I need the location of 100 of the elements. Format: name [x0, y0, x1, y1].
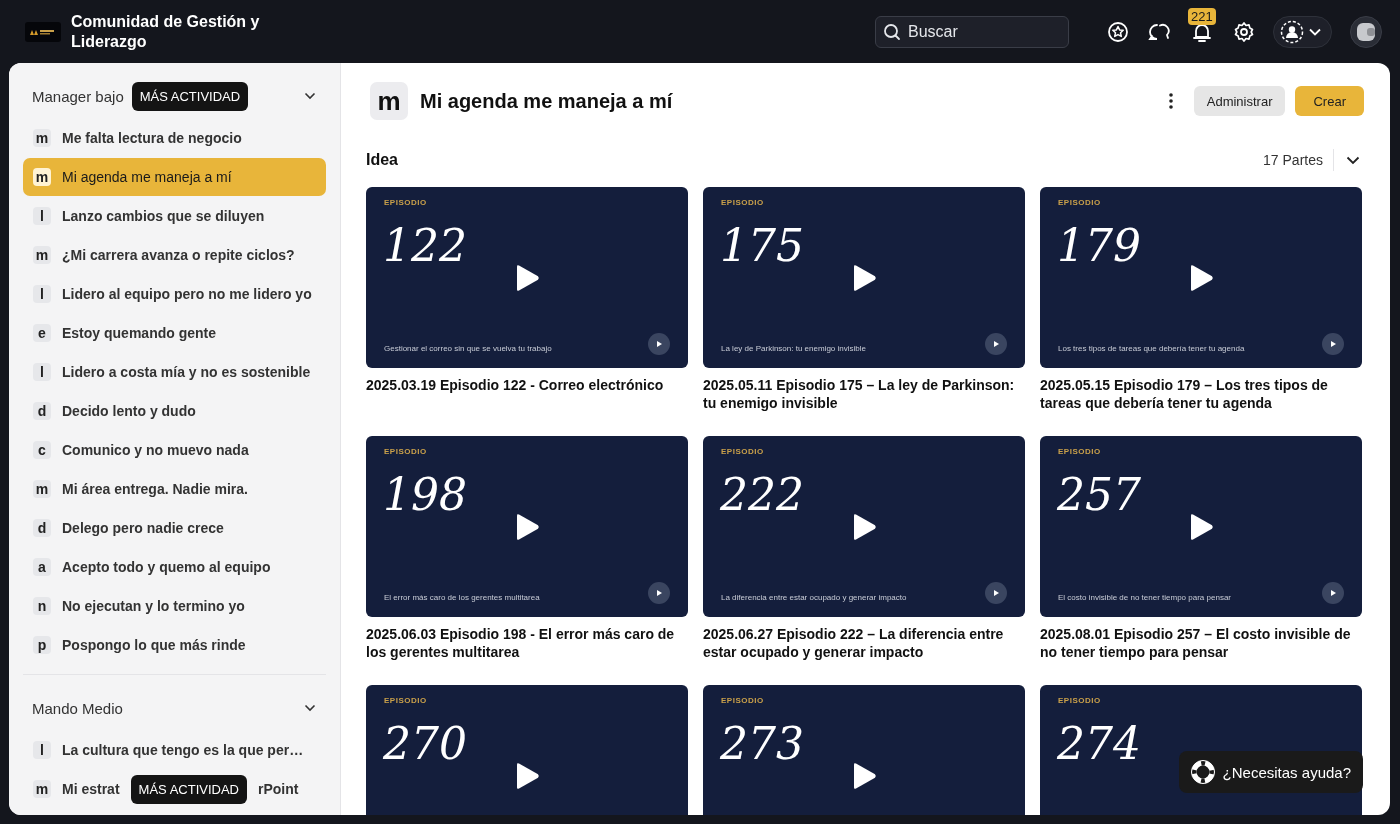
- chevron-down-icon: [1309, 27, 1321, 36]
- sidebar-item[interactable]: p Pospongo lo que más rinde: [23, 626, 326, 664]
- episode-label: EPISODIO: [721, 447, 764, 456]
- play-button-icon[interactable]: [1322, 582, 1344, 604]
- episode-thumbnail[interactable]: EPISODIO 175 La ley de Parkinson: tu enemigo invisible: [703, 187, 1025, 368]
- sidebar-item[interactable]: d Delego pero nadie crece: [23, 509, 326, 547]
- play-button-icon[interactable]: [648, 582, 670, 604]
- episode-title[interactable]: 2025.06.03 Episodio 198 - El error más caro de los gerentes multitarea: [366, 625, 688, 661]
- sidebar-item[interactable]: m Mi área entrega. Nadie mira.: [23, 470, 326, 508]
- sidebar-item[interactable]: e Estoy quemando gente: [23, 314, 326, 352]
- episode-thumbnail[interactable]: EPISODIO 122 Gestionar el correo sin que se vuelva tu trabajo: [366, 187, 688, 368]
- sidebar-item[interactable]: m Mi agenda me maneja a mí: [23, 158, 326, 196]
- page-letter-icon: m: [370, 82, 408, 120]
- letter-icon: a: [33, 558, 51, 576]
- logo-icon[interactable]: [25, 21, 61, 42]
- episode-number: 222: [720, 468, 804, 522]
- episode-caption: La ley de Parkinson: tu enemigo invisible: [721, 344, 866, 353]
- play-button-icon[interactable]: [985, 582, 1007, 604]
- item-label: No ejecutan y lo termino yo: [62, 598, 245, 614]
- group-title[interactable]: Mando Medio: [32, 699, 123, 717]
- sidebar-item[interactable]: l Lidero al equipo pero no me lidero yo: [23, 275, 326, 313]
- episode-thumbnail[interactable]: EPISODIO 222 La diferencia entre estar ocupado y generar impacto: [703, 436, 1025, 617]
- letter-icon: l: [33, 363, 51, 381]
- item-label: Estoy quemando gente: [62, 325, 217, 341]
- letter-icon: l: [33, 285, 51, 303]
- letter-icon: d: [33, 402, 51, 420]
- item-label: Delego pero nadie crece: [62, 520, 224, 536]
- letter-icon: p: [33, 636, 51, 654]
- item-label: Mi estrat: [62, 781, 120, 797]
- group-title[interactable]: Manager bajo: [32, 87, 124, 105]
- episode-label: EPISODIO: [721, 198, 764, 207]
- play-button-icon[interactable]: [648, 333, 670, 355]
- item-label: Me falta lectura de negocio: [62, 130, 242, 146]
- episode-number: 270: [383, 717, 467, 771]
- user-icon: [1280, 19, 1304, 44]
- letter-icon: n: [33, 597, 51, 615]
- episode-thumbnail[interactable]: EPISODIO 257 El costo invisible de no tener tiempo para pensar: [1040, 436, 1362, 617]
- episode-caption: El error más caro de los gerentes multitarea: [384, 593, 540, 602]
- item-label: Pospongo lo que más rinde: [62, 637, 246, 653]
- notification-badge: 221: [1188, 7, 1216, 25]
- episode-thumbnail[interactable]: EPISODIO 273: [703, 685, 1025, 815]
- item-label: Decido lento y dudo: [62, 403, 196, 419]
- episode-label: EPISODIO: [1058, 198, 1101, 207]
- episode-title[interactable]: 2025.05.15 Episodio 179 – Los tres tipos de tareas que debería tener tu agenda: [1040, 376, 1362, 412]
- item-label: ¿Mi carrera avanza o repite ciclos?: [62, 247, 295, 263]
- episode-title[interactable]: 2025.06.27 Episodio 222 – La diferencia entre estar ocupado y generar impacto: [703, 625, 1025, 661]
- episode-caption: Gestionar el correo sin que se vuelva tu trabajo: [384, 344, 552, 353]
- episode-thumbnail[interactable]: EPISODIO 270: [366, 685, 688, 815]
- episode-caption: Los tres tipos de tareas que debería tener tu agenda: [1058, 344, 1245, 353]
- tooltip: MÁS ACTIVIDAD: [131, 81, 249, 111]
- sidebar-item[interactable]: l Lanzo cambios que se diluyen: [23, 197, 326, 235]
- play-button-icon[interactable]: [985, 333, 1007, 355]
- item-label: Acepto todo y quemo al equipo: [62, 559, 271, 575]
- sidebar-item[interactable]: m Me falta lectura de negocio: [23, 119, 326, 157]
- parts-count: 17 Partes: [1263, 152, 1323, 168]
- lifebuoy-icon: [1190, 760, 1215, 784]
- item-label: rPoint: [258, 781, 299, 797]
- episode-label: EPISODIO: [1058, 696, 1101, 705]
- create-button[interactable]: Crear: [1295, 86, 1364, 116]
- manage-button[interactable]: Administrar: [1193, 86, 1286, 116]
- community-title[interactable]: Comunidad de Gestión y Liderazgo: [71, 11, 271, 52]
- episode-thumbnail[interactable]: EPISODIO 179 Los tres tipos de tareas que debería tener tu agenda: [1040, 187, 1362, 368]
- episode-title[interactable]: 2025.08.01 Episodio 257 – El costo invisible de no tener tiempo para pensar: [1040, 625, 1362, 661]
- letter-icon: d: [33, 519, 51, 537]
- sidebar-item[interactable]: l Lidero a costa mía y no es sostenible: [23, 353, 326, 391]
- item-label: Mi área entrega. Nadie mira.: [62, 481, 248, 497]
- app-switcher-button[interactable]: [1350, 15, 1382, 48]
- chevron-icon[interactable]: [304, 92, 316, 100]
- sidebar-item[interactable]: m Mi estrat MÁS ACTIVIDAD rPoint: [23, 770, 326, 808]
- episode-number: 175: [720, 219, 804, 273]
- episode-label: EPISODIO: [1058, 447, 1101, 456]
- help-toast[interactable]: ¿Necesitas ayuda?: [1178, 751, 1363, 793]
- item-label: Lidero a costa mía y no es sostenible: [62, 364, 311, 380]
- play-icon: [851, 762, 877, 790]
- sidebar-item[interactable]: c Comunico y no muevo nada: [23, 431, 326, 469]
- search-field[interactable]: Buscar: [875, 15, 1069, 48]
- episode-number: 274: [1057, 717, 1141, 771]
- sidebar-item[interactable]: l La cultura que tengo es la que per…: [23, 731, 326, 769]
- more-icon[interactable]: [1167, 92, 1174, 110]
- item-label: Lanzo cambios que se diluyen: [62, 208, 265, 224]
- item-label: Comunico y no muevo nada: [62, 442, 249, 458]
- episode-caption: El costo invisible de no tener tiempo para pensar: [1058, 593, 1231, 602]
- chevron-icon[interactable]: [1346, 155, 1360, 165]
- profile-menu-button[interactable]: [1273, 15, 1332, 48]
- item-label: Lidero al equipo pero no me lidero yo: [62, 286, 312, 302]
- letter-icon: e: [33, 324, 51, 342]
- letter-icon: m: [33, 246, 51, 264]
- episode-caption: La diferencia entre estar ocupado y generar impacto: [721, 593, 907, 602]
- episode-number: 257: [1057, 468, 1141, 522]
- play-button-icon[interactable]: [1322, 333, 1344, 355]
- chevron-icon[interactable]: [304, 704, 316, 712]
- play-icon: [851, 264, 877, 292]
- sidebar-item[interactable]: n No ejecutan y lo termino yo: [23, 587, 326, 625]
- episode-title[interactable]: 2025.05.11 Episodio 175 – La ley de Parkinson: tu enemigo invisible: [703, 376, 1025, 412]
- settings-icon[interactable]: [1233, 20, 1255, 43]
- sidebar-item[interactable]: a Acepto todo y quemo al equipo: [23, 548, 326, 586]
- episode-title[interactable]: 2025.03.19 Episodio 122 - Correo electrónico: [366, 376, 688, 394]
- sidebar-item[interactable]: d Decido lento y dudo: [23, 392, 326, 430]
- sidebar-item[interactable]: m ¿Mi carrera avanza o repite ciclos?: [23, 236, 326, 274]
- episode-thumbnail[interactable]: EPISODIO 198 El error más caro de los gerentes multitarea: [366, 436, 688, 617]
